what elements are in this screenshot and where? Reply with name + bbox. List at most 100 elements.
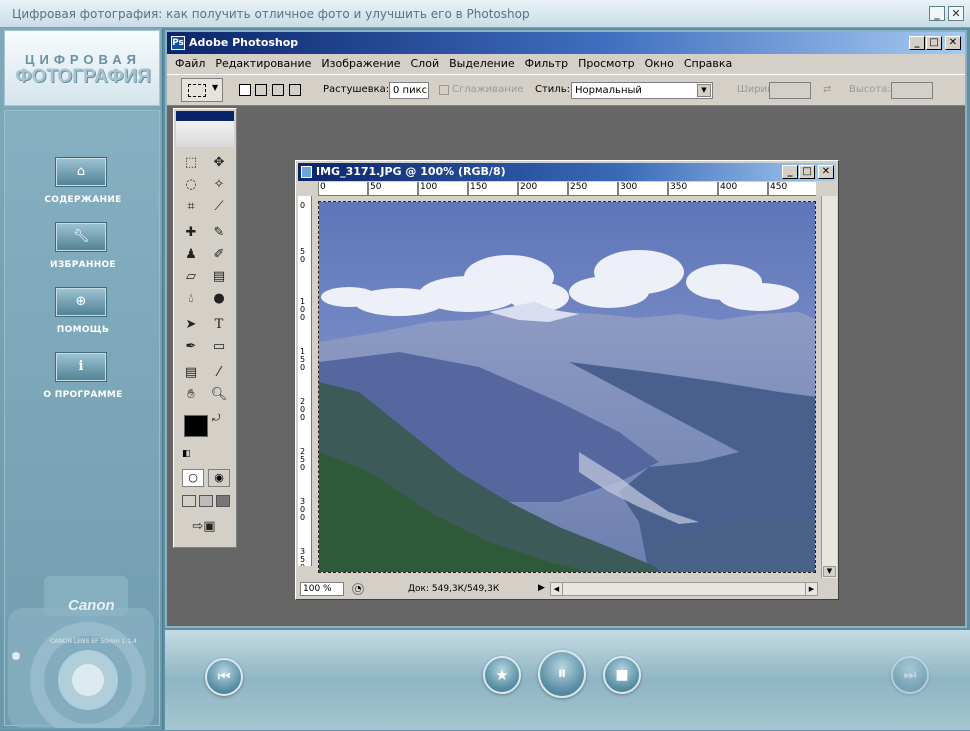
chevron-down-icon: ▼ <box>697 84 711 97</box>
menu-help[interactable]: Справка <box>679 54 737 74</box>
type-tool-icon[interactable]: T <box>206 315 232 335</box>
scroll-right-icon[interactable]: ▶ <box>805 583 817 595</box>
screen-mode-full-icon[interactable] <box>216 495 230 507</box>
crop-tool-icon[interactable]: ⌗ <box>178 197 204 217</box>
previous-icon[interactable]: ⏮︎ <box>205 658 243 696</box>
eraser-tool-icon[interactable]: ▱ <box>178 267 204 287</box>
lasso-tool-icon[interactable]: ◌ <box>178 175 204 195</box>
width-input[interactable] <box>769 82 811 99</box>
minimize-icon[interactable]: _ <box>782 165 798 179</box>
blur-tool-icon[interactable]: 💧︎ <box>178 289 204 309</box>
magic-wand-icon[interactable]: ✧ <box>206 175 232 195</box>
scroll-left-icon[interactable]: ◀ <box>551 583 563 595</box>
tool-preset-picker[interactable]: ▼ <box>181 78 223 102</box>
jump-to-imageready-icon[interactable]: ⇨▣ <box>184 517 224 537</box>
options-bar: ▼ Растушевка: 0 пикс Сглаживание Стиль: … <box>167 74 965 106</box>
favorite-star-icon[interactable]: ★ <box>483 656 521 694</box>
standard-mode-icon[interactable]: ○ <box>182 469 204 487</box>
eyedropper-icon[interactable]: ⁄ <box>206 363 232 383</box>
move-tool-icon[interactable]: ✥ <box>206 153 232 173</box>
sidebar: ЦИФРОВАЯ ФОТОГРАФИЯ ⌂ СОДЕРЖАНИЕ 🔧︎ ИЗБР… <box>0 28 163 731</box>
stop-icon[interactable]: ■ <box>603 656 641 694</box>
style-value: Нормальный <box>575 85 642 96</box>
sidebar-label-help[interactable]: ПОМОЩЬ <box>5 325 161 335</box>
ruler-v-label: 2 5 0 <box>300 447 306 472</box>
close-icon[interactable]: ✕ <box>818 165 834 179</box>
vertical-scrollbar[interactable]: ▼ <box>821 196 837 578</box>
menu-select[interactable]: Выделение <box>444 54 520 74</box>
minimize-icon[interactable]: _ <box>929 6 945 21</box>
sidebar-label-contents[interactable]: СОДЕРЖАНИЕ <box>5 195 161 205</box>
foreground-color-swatch[interactable] <box>184 415 208 437</box>
antialias-checkbox[interactable] <box>439 85 449 95</box>
close-icon[interactable]: ✕ <box>945 36 961 50</box>
app-title-bar: Цифровая фотография: как получить отличн… <box>0 0 970 28</box>
swap-colors-icon[interactable]: ⤾ <box>212 413 220 424</box>
sidebar-button-help[interactable]: ⊕ <box>55 287 107 317</box>
sidebar-button-contents[interactable]: ⌂ <box>55 157 107 187</box>
player-control-bar: ⏮︎ ★ ⏸︎ ■ ⏭︎ <box>165 630 970 730</box>
feather-input[interactable]: 0 пикс <box>389 82 429 99</box>
path-selection-icon[interactable]: ➤ <box>178 315 204 335</box>
photoshop-title-bar: Ps Adobe Photoshop _ □ ✕ <box>167 32 965 54</box>
feather-label: Растушевка: <box>323 84 390 95</box>
status-arrow-icon[interactable]: ▶ <box>538 583 545 593</box>
document-icon <box>301 166 312 178</box>
photoshop-window: Ps Adobe Photoshop _ □ ✕ Файл Редактирова… <box>165 30 967 628</box>
dodge-tool-icon[interactable]: ● <box>206 289 232 309</box>
default-colors-icon[interactable]: ◧ <box>182 449 191 459</box>
healing-brush-icon[interactable]: ✚ <box>178 223 204 243</box>
ruler-h-label: 50 <box>370 182 382 192</box>
clone-stamp-icon[interactable]: ♟ <box>178 245 204 265</box>
maximize-icon[interactable]: □ <box>926 36 942 50</box>
shape-tool-icon[interactable]: ▭ <box>206 337 232 357</box>
scroll-down-icon[interactable]: ▼ <box>823 566 836 577</box>
screen-mode-standard-icon[interactable] <box>182 495 196 507</box>
swap-icon[interactable]: ⇄ <box>823 84 831 95</box>
add-selection-icon[interactable] <box>255 84 267 96</box>
hand-tool-icon[interactable]: ✋︎ <box>178 385 204 405</box>
menu-layer[interactable]: Слой <box>406 54 445 74</box>
sidebar-button-favorites[interactable]: 🔧︎ <box>55 222 107 252</box>
horizontal-scrollbar[interactable]: ◀ ▶ <box>550 582 818 596</box>
sidebar-label-favorites[interactable]: ИЗБРАННОЕ <box>5 260 161 270</box>
gradient-tool-icon[interactable]: ▤ <box>206 267 232 287</box>
menu-image[interactable]: Изображение <box>316 54 405 74</box>
pen-tool-icon[interactable]: ✒ <box>178 337 204 357</box>
next-icon[interactable]: ⏭︎ <box>891 656 929 694</box>
subtract-selection-icon[interactable] <box>272 84 284 96</box>
height-input[interactable] <box>891 82 933 99</box>
zoom-input[interactable]: 100 % <box>300 582 344 596</box>
brush-tool-icon[interactable]: ✎ <box>206 223 232 243</box>
menu-file[interactable]: Файл <box>170 54 210 74</box>
intersect-selection-icon[interactable] <box>289 84 301 96</box>
zoom-tool-icon[interactable]: 🔍︎ <box>206 385 232 405</box>
history-brush-icon[interactable]: ✐ <box>206 245 232 265</box>
pause-icon[interactable]: ⏸︎ <box>538 650 586 698</box>
toolbox: ⬚ ✥ ◌ ✧ ⌗ ⟋ ✚ ✎ ♟ ✐ ▱ ▤ 💧︎ ● ➤ T ✒ ▭ ▤ ⁄… <box>173 108 237 548</box>
height-label: Высота: <box>849 84 891 95</box>
menu-filter[interactable]: Фильтр <box>520 54 574 74</box>
style-select[interactable]: Нормальный ▼ <box>571 82 713 99</box>
menu-edit[interactable]: Редактирование <box>210 54 316 74</box>
slice-tool-icon[interactable]: ⟋ <box>206 197 232 217</box>
document-title-bar: IMG_3171.JPG @ 100% (RGB/8) _ □ ✕ <box>298 163 836 181</box>
maximize-icon[interactable]: □ <box>799 165 815 179</box>
sidebar-label-about[interactable]: О ПРОГРАММЕ <box>5 390 161 400</box>
new-selection-icon[interactable] <box>239 84 251 96</box>
status-menu-icon[interactable]: ◔ <box>352 583 364 595</box>
menu-view[interactable]: Просмотр <box>573 54 639 74</box>
info-icon: i <box>78 359 84 374</box>
marquee-tool-icon[interactable]: ⬚ <box>178 153 204 173</box>
minimize-icon[interactable]: _ <box>909 36 925 50</box>
ruler-h-label: 450 <box>770 182 788 192</box>
quick-mask-icon[interactable]: ◉ <box>208 469 230 487</box>
notes-tool-icon[interactable]: ▤ <box>178 363 204 383</box>
screen-mode-full-menu-icon[interactable] <box>199 495 213 507</box>
sidebar-button-about[interactable]: i <box>55 352 107 382</box>
style-label: Стиль: <box>535 84 570 95</box>
toolbox-header <box>176 111 234 147</box>
close-icon[interactable]: ✕ <box>948 6 964 21</box>
menu-window[interactable]: Окно <box>640 54 679 74</box>
ruler-v-label: 3 5 0 <box>300 547 306 567</box>
